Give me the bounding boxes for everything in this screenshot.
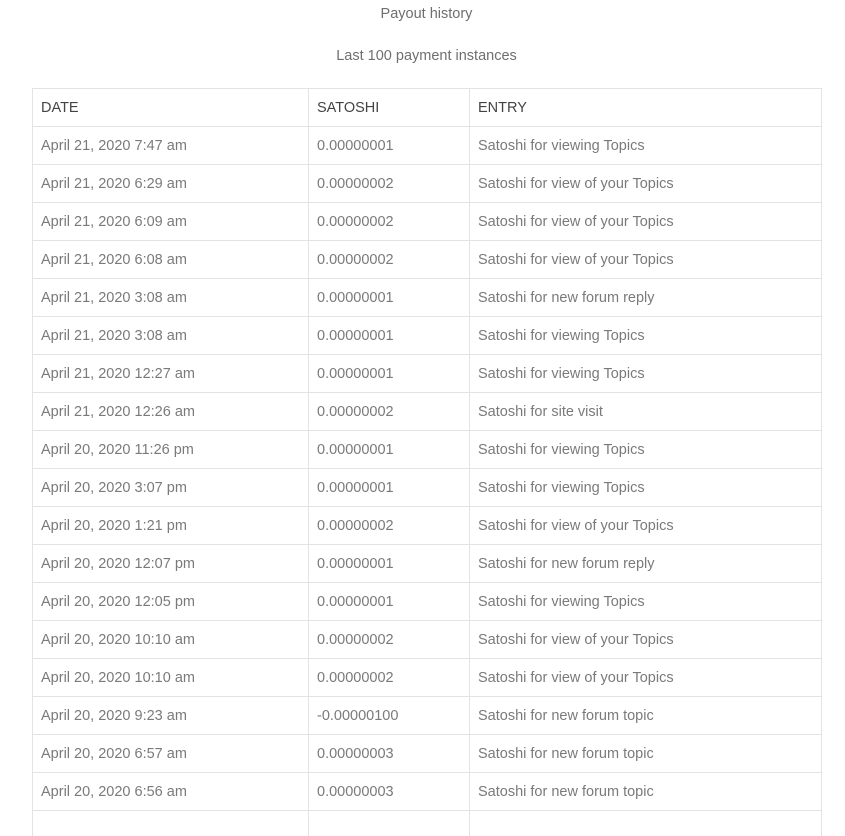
payout-history-table: DATE SATOSHI ENTRY April 21, 2020 7:47 a… <box>32 88 822 836</box>
cell-date: April 21, 2020 7:47 am <box>32 126 309 165</box>
table-row: April 20, 2020 12:05 pm 0.00000001 Satoshi… <box>32 582 822 621</box>
cell-entry: Satoshi for new forum topic <box>469 734 822 773</box>
cell-entry: Satoshi for viewing Topics <box>469 354 822 393</box>
table-row: April 20, 2020 6:56 am 0.00000003 Satoshi … <box>32 772 822 811</box>
cell-satoshi: 0.00000002 <box>308 392 470 431</box>
table-row: April 21, 2020 6:09 am 0.00000002 Satoshi … <box>32 202 822 241</box>
cell-satoshi: 0.00000002 <box>308 506 470 545</box>
cell-date: April 20, 2020 10:10 am <box>32 620 309 659</box>
cell-entry: Satoshi for new forum topic <box>469 772 822 811</box>
cell-date: April 21, 2020 12:26 am <box>32 392 309 431</box>
cell-satoshi: 0.00000002 <box>308 658 470 697</box>
cell-satoshi: 0.00000002 <box>308 202 470 241</box>
table-row: April 21, 2020 3:08 am 0.00000001 Satoshi … <box>32 316 822 355</box>
cell-satoshi: 0.00000001 <box>308 430 470 469</box>
page-subtitle: Last 100 payment instances <box>336 48 517 64</box>
cell-date: April 20, 2020 1:21 pm <box>32 506 309 545</box>
cell-date: April 21, 2020 6:08 am <box>32 240 309 279</box>
cell-date: April 21, 2020 3:08 am <box>32 278 309 317</box>
cell-satoshi: 0.00000002 <box>308 164 470 203</box>
page-title: Payout history <box>380 6 473 22</box>
cell-date: April 20, 2020 3:07 pm <box>32 468 309 507</box>
cell-satoshi: 0.00000003 <box>308 734 470 773</box>
cell-entry <box>469 810 822 836</box>
cell-date: April 20, 2020 6:57 am <box>32 734 309 773</box>
cell-satoshi: 0.00000002 <box>308 620 470 659</box>
table-row: April 21, 2020 12:26 am 0.00000002 Satoshi… <box>32 392 822 431</box>
cell-entry: Satoshi for viewing Topics <box>469 126 822 165</box>
cell-satoshi: 0.00000001 <box>308 278 470 317</box>
cell-entry: Satoshi for viewing Topics <box>469 582 822 621</box>
cell-date: April 20, 2020 12:07 pm <box>32 544 309 583</box>
cell-satoshi: 0.00000001 <box>308 582 470 621</box>
cell-entry: Satoshi for view of your Topics <box>469 202 822 241</box>
column-header-satoshi: SATOSHI <box>308 88 470 127</box>
cell-satoshi: 0.00000001 <box>308 354 470 393</box>
cell-entry: Satoshi for view of your Topics <box>469 620 822 659</box>
table-row: April 20, 2020 3:07 pm 0.00000001 Satoshi … <box>32 468 822 507</box>
cell-satoshi: 0.00000001 <box>308 316 470 355</box>
cell-satoshi: 0.00000001 <box>308 126 470 165</box>
cell-entry: Satoshi for view of your Topics <box>469 164 822 203</box>
cell-entry: Satoshi for view of your Topics <box>469 506 822 545</box>
table-row: April 21, 2020 12:27 am 0.00000001 Satoshi… <box>32 354 822 393</box>
cell-date: April 21, 2020 6:09 am <box>32 202 309 241</box>
table-row: April 21, 2020 3:08 am 0.00000001 Satoshi … <box>32 278 822 317</box>
cell-entry: Satoshi for viewing Topics <box>469 468 822 507</box>
cell-satoshi <box>308 810 470 836</box>
cell-date: April 20, 2020 11:26 pm <box>32 430 309 469</box>
cell-date: April 21, 2020 6:29 am <box>32 164 309 203</box>
cell-satoshi: 0.00000001 <box>308 468 470 507</box>
cell-entry: Satoshi for site visit <box>469 392 822 431</box>
table-row: April 20, 2020 10:10 am 0.00000002 Satoshi… <box>32 658 822 697</box>
table-row: April 20, 2020 12:07 pm 0.00000001 Satoshi… <box>32 544 822 583</box>
cell-entry: Satoshi for new forum reply <box>469 278 822 317</box>
table-row <box>32 810 822 836</box>
column-header-entry: ENTRY <box>469 88 822 127</box>
cell-entry: Satoshi for view of your Topics <box>469 240 822 279</box>
table-row: April 20, 2020 6:57 am 0.00000003 Satoshi … <box>32 734 822 773</box>
table-row: April 20, 2020 1:21 pm 0.00000002 Satoshi … <box>32 506 822 545</box>
cell-satoshi: 0.00000002 <box>308 240 470 279</box>
cell-date: April 20, 2020 9:23 am <box>32 696 309 735</box>
table-row: April 20, 2020 10:10 am 0.00000002 Satoshi… <box>32 620 822 659</box>
table-row: April 20, 2020 9:23 am -0.00000100 Satoshi… <box>32 696 822 735</box>
table-row: April 21, 2020 6:08 am 0.00000002 Satoshi … <box>32 240 822 279</box>
cell-entry: Satoshi for viewing Topics <box>469 316 822 355</box>
cell-date <box>32 810 309 836</box>
cell-entry: Satoshi for new forum topic <box>469 696 822 735</box>
cell-date: April 21, 2020 12:27 am <box>32 354 309 393</box>
cell-satoshi: 0.00000001 <box>308 544 470 583</box>
cell-satoshi: -0.00000100 <box>308 696 470 735</box>
cell-entry: Satoshi for viewing Topics <box>469 430 822 469</box>
cell-date: April 20, 2020 6:56 am <box>32 772 309 811</box>
cell-date: April 20, 2020 12:05 pm <box>32 582 309 621</box>
table-row: April 21, 2020 7:47 am 0.00000001 Satoshi … <box>32 126 822 165</box>
cell-satoshi: 0.00000003 <box>308 772 470 811</box>
table-header-row: DATE SATOSHI ENTRY <box>32 88 822 127</box>
table-row: April 20, 2020 11:26 pm 0.00000001 Satoshi… <box>32 430 822 469</box>
column-header-date: DATE <box>32 88 309 127</box>
cell-date: April 20, 2020 10:10 am <box>32 658 309 697</box>
cell-date: April 21, 2020 3:08 am <box>32 316 309 355</box>
cell-entry: Satoshi for view of your Topics <box>469 658 822 697</box>
table-row: April 21, 2020 6:29 am 0.00000002 Satoshi … <box>32 164 822 203</box>
cell-entry: Satoshi for new forum reply <box>469 544 822 583</box>
